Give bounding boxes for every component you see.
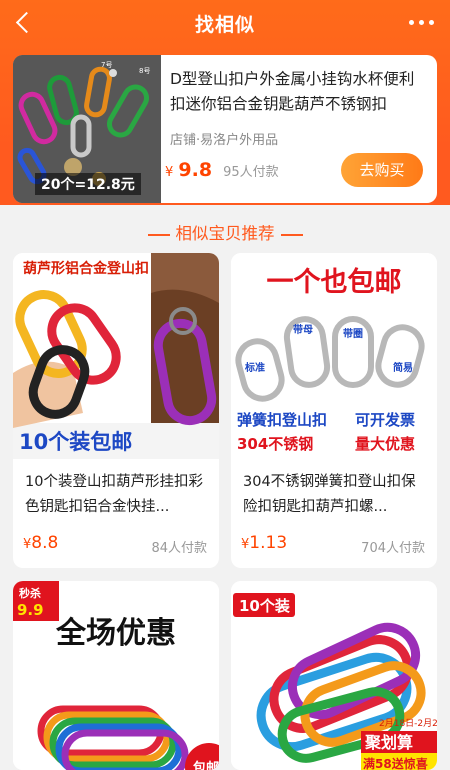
top-bar: 找相似 [0,0,450,48]
image-text: 量大优惠 [355,435,415,453]
promo-gift: 满58送惊喜 [363,756,428,770]
buy-button[interactable]: 去购买 [341,153,423,187]
product-card[interactable]: 秒杀 9.9 全场优惠 包邮 [13,581,219,770]
source-item-price: ¥ 9.8 95人付款 [165,159,279,181]
image-text: 可开发票 [355,411,415,429]
shop-name[interactable]: 店铺·易洛户外用品 [170,129,278,148]
product-price: ¥1.13 [241,533,287,553]
image-label: 带母 [293,323,313,336]
sold-count: 95人付款 [223,165,279,180]
badge-text: 秒杀 [19,586,41,600]
image-tag-label: 7号 [101,61,112,69]
price-value: 9.8 [178,159,213,181]
product-card[interactable]: 一个也包邮 标准 带母 带圈 简易 弹簧扣登山扣 可开发票 304不锈钢 量大优… [231,253,437,568]
product-price: ¥8.8 [23,533,58,553]
source-item-card[interactable]: 8号 7号 20个=12.8元 D型登山扣户外金属小挂钩水杯便利扣迷你铝合金钥匙… [13,55,437,203]
sold-count: 84人付款 [151,541,207,556]
corner-badge-text: 包邮 [193,760,219,770]
heading-decoration [147,233,170,236]
image-label: 简易 [393,361,413,374]
page-title: 找相似 [194,14,255,36]
heading-decoration [280,233,303,236]
more-dots-icon[interactable] [408,12,436,32]
price-value: 1.13 [249,533,288,553]
image-headline: 全场优惠 [55,616,176,651]
product-title[interactable]: 10个装登山扣葫芦形挂扣彩色钥匙扣铝合金快挂... [25,470,211,520]
image-text: 304不锈钢 [237,435,313,453]
product-card[interactable]: 葫芦形铝合金登山扣 10个装包邮 10个装登山扣葫芦形挂扣彩色钥匙扣铝合金快挂.… [13,253,219,568]
image-text-top: 葫芦形铝合金登山扣 [23,260,149,277]
badge-text: 10个装 [239,597,291,615]
promo-label: 聚划算 [364,733,413,752]
product-image[interactable]: 一个也包邮 标准 带母 带圈 简易 弹簧扣登山扣 可开发票 304不锈钢 量大优… [231,253,437,459]
image-label: 带圈 [343,327,363,340]
price-value: 8.8 [31,533,59,553]
product-image[interactable]: 10个装 2月18日-2月20日 聚划算 满58送惊喜 [231,581,437,770]
source-item-image[interactable]: 8号 7号 20个=12.8元 [13,55,161,203]
image-label: 标准 [244,361,265,374]
product-image[interactable]: 葫芦形铝合金登山扣 10个装包邮 [13,253,219,459]
badge-number: 9.9 [17,601,44,619]
image-text: 弹簧扣登山扣 [237,411,327,429]
section-heading: 相似宝贝推荐 [0,220,450,244]
currency-symbol: ¥ [165,165,174,180]
product-title[interactable]: 304不锈钢弹簧扣登山扣保险扣钥匙扣葫芦扣螺... [243,470,429,520]
section-heading-text: 相似宝贝推荐 [175,224,275,243]
product-card[interactable]: 10个装 2月18日-2月20日 聚划算 满58送惊喜 [231,581,437,770]
image-text-bottom: 10个装包邮 [19,430,132,454]
image-text-top: 一个也包邮 [267,266,402,298]
sold-count: 704人付款 [361,541,425,556]
image-caption: 20个=12.8元 [35,173,141,195]
image-tag-label: 8号 [139,67,150,75]
product-image[interactable]: 秒杀 9.9 全场优惠 包邮 [13,581,219,770]
promo-date: 2月18日-2月20日 [379,718,437,729]
source-item-title[interactable]: D型登山扣户外金属小挂钩水杯便利扣迷你铝合金钥匙葫芦不锈钢扣 [170,67,428,117]
